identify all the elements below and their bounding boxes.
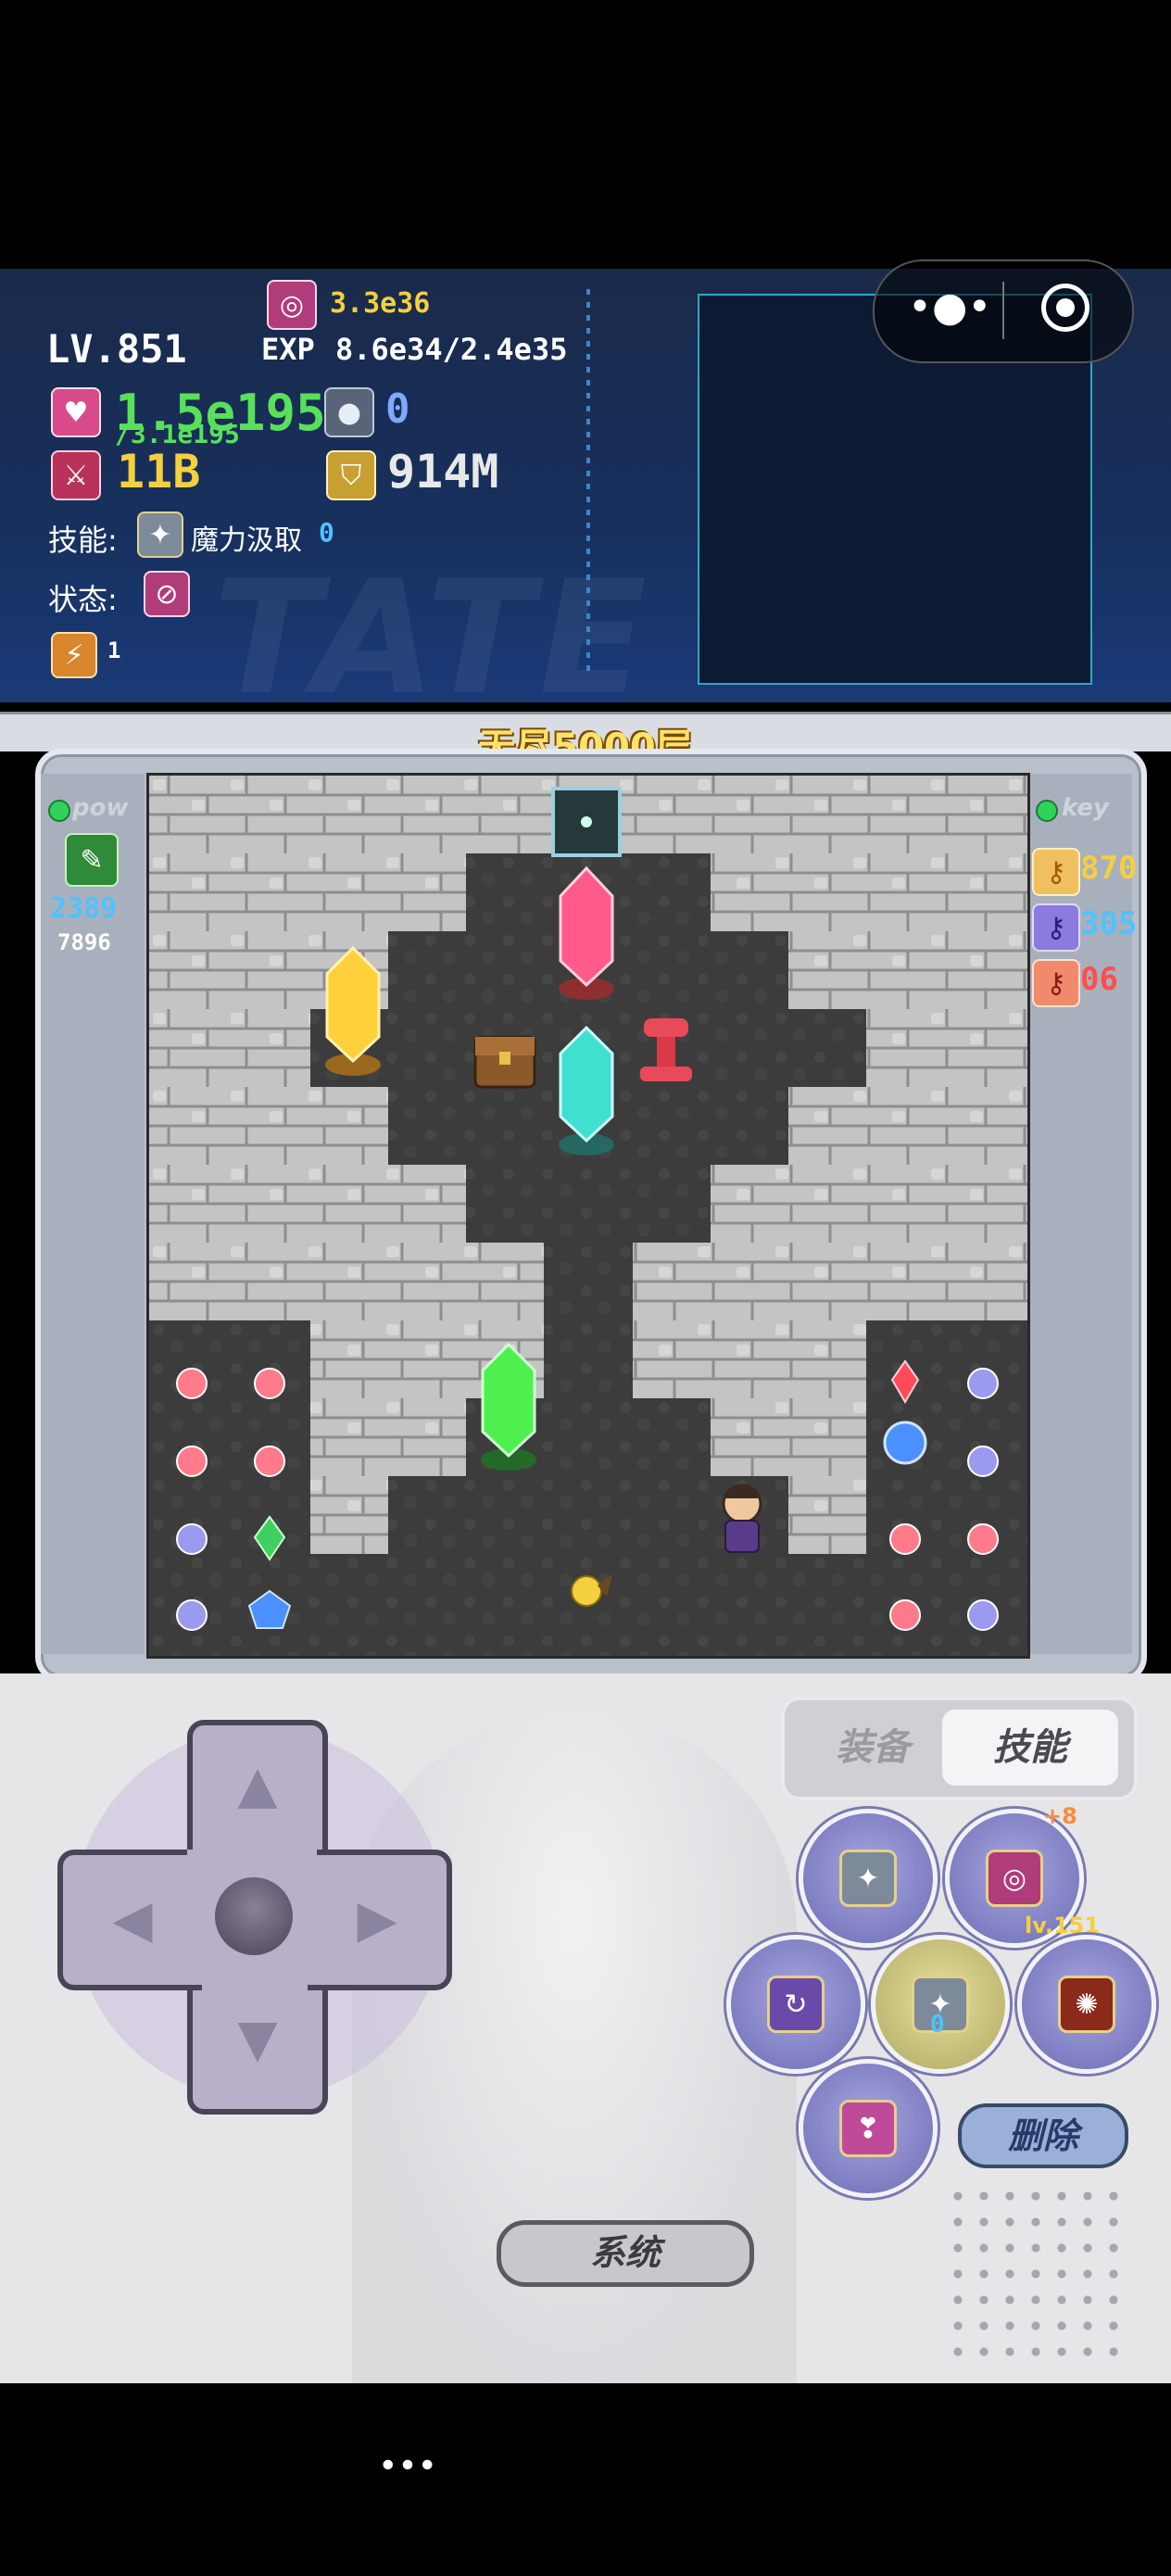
skill-button-drain[interactable]: ✦	[799, 1809, 938, 1948]
dpad-left[interactable]: ◀	[57, 1850, 202, 1990]
chat-skill-icon: ❣	[839, 2100, 897, 2157]
dpad-up[interactable]: ▲	[187, 1720, 328, 1864]
exp-label: EXP	[261, 332, 315, 367]
dpad-down[interactable]: ▼	[187, 1970, 328, 2115]
yellow-key-count: 870	[1080, 850, 1138, 887]
red-key-count: 06	[1080, 961, 1118, 998]
divider-dotted	[586, 289, 590, 678]
dot-grid	[945, 2183, 1130, 2359]
fire-skill-icon: ✺	[1058, 1976, 1115, 2033]
panel-tabs: 装备 技能	[781, 1697, 1138, 1800]
tab-equipment[interactable]: 装备	[794, 1710, 951, 1786]
level-label: LV.851	[46, 326, 187, 372]
swirl-stat-icon: ◎	[267, 280, 317, 330]
key-label: key	[1062, 794, 1109, 822]
top-stat-value: 3.3e36	[330, 287, 431, 320]
heart-icon: ♥	[51, 387, 101, 437]
bottom-nav-bar: •••	[0, 2383, 1171, 2576]
sword-icon: ⚔	[51, 450, 101, 500]
red-key-icon: ⚷	[1032, 959, 1080, 1007]
system-button[interactable]: 系统	[497, 2220, 754, 2287]
pow-indicator	[48, 800, 70, 822]
shield-icon: ⛉	[326, 450, 376, 500]
right-side-panel: key ⚷ 870 ⚷ 305 ⚷ 06	[1028, 774, 1137, 1654]
skill-button-active[interactable]: ✦	[871, 1935, 1010, 2074]
blue-orb	[883, 1421, 927, 1465]
blue-key-count: 305	[1080, 905, 1138, 942]
orb-count: 0	[385, 385, 410, 433]
defense-value: 914M	[387, 445, 499, 499]
crystal-green	[481, 1342, 536, 1471]
drain-skill-icon[interactable]: ✦	[137, 511, 183, 558]
pow-sub-value: 7896	[57, 929, 111, 955]
game-map[interactable]	[146, 773, 1030, 1659]
dpad-right[interactable]: ▶	[308, 1850, 452, 1990]
exp-value: 8.6e34/2.4e35	[335, 332, 568, 367]
left-side-panel: pow ✎ 2389 7896	[41, 774, 145, 1654]
skill-name: 魔力汲取	[191, 524, 302, 557]
skill-button-chat[interactable]: ❣	[799, 2059, 938, 2198]
vortex-skill-icon: ↻	[767, 1976, 825, 2033]
state-label: 状态:	[48, 582, 118, 617]
active-skill-count: 0	[930, 2011, 945, 2039]
dpad-center-knob	[215, 1877, 293, 1955]
treasure-chest-icon	[473, 1035, 536, 1089]
target-icon[interactable]	[1041, 284, 1089, 332]
skill-plus-badge: +8	[1043, 1803, 1077, 1829]
pow-value: 2389	[50, 892, 118, 925]
tab-skills[interactable]: 技能	[942, 1710, 1118, 1786]
more-dots-icon[interactable]: •••	[378, 2450, 437, 2483]
attack-value: 11B	[117, 445, 201, 499]
skill-button-fire[interactable]: ✺	[1017, 1935, 1156, 2074]
more-dots-icon[interactable]: •●•	[908, 287, 991, 330]
pow-label: pow	[72, 794, 129, 822]
miniprogram-capsule[interactable]: •●•	[873, 259, 1134, 363]
forbidden-icon: ⊘	[144, 571, 190, 617]
blue-key-icon: ⚷	[1032, 903, 1080, 952]
swirl-skill-icon: ◎	[986, 1850, 1043, 1907]
skill-count: 0	[319, 517, 334, 548]
book-icon[interactable]: ✎	[65, 833, 119, 887]
lightning-icon: ⚡	[51, 632, 97, 678]
map-tiles	[149, 776, 1027, 1656]
hero-sprite	[722, 1484, 762, 1553]
capsule-divider	[1002, 282, 1004, 339]
dpad-icon[interactable]: ▲ ▼ ◀ ▶	[57, 1720, 452, 2115]
skill-label: 技能:	[48, 523, 118, 558]
delete-button[interactable]: 删除	[958, 2103, 1128, 2168]
skill-button-vortex[interactable]: ↻	[726, 1935, 865, 2074]
yellow-key-icon: ⚷	[1032, 848, 1080, 896]
drain-skill-icon: ✦	[839, 1850, 897, 1907]
buff-count: 1	[107, 638, 121, 663]
control-area: ▲ ▼ ◀ ▶ 装备 技能 ✦ ◎ +8 lv.151 ↻ ✦ 0 ✺ ❣ 删除…	[0, 1673, 1171, 2383]
pearl-icon: ●	[324, 387, 374, 437]
key-indicator	[1036, 800, 1058, 822]
